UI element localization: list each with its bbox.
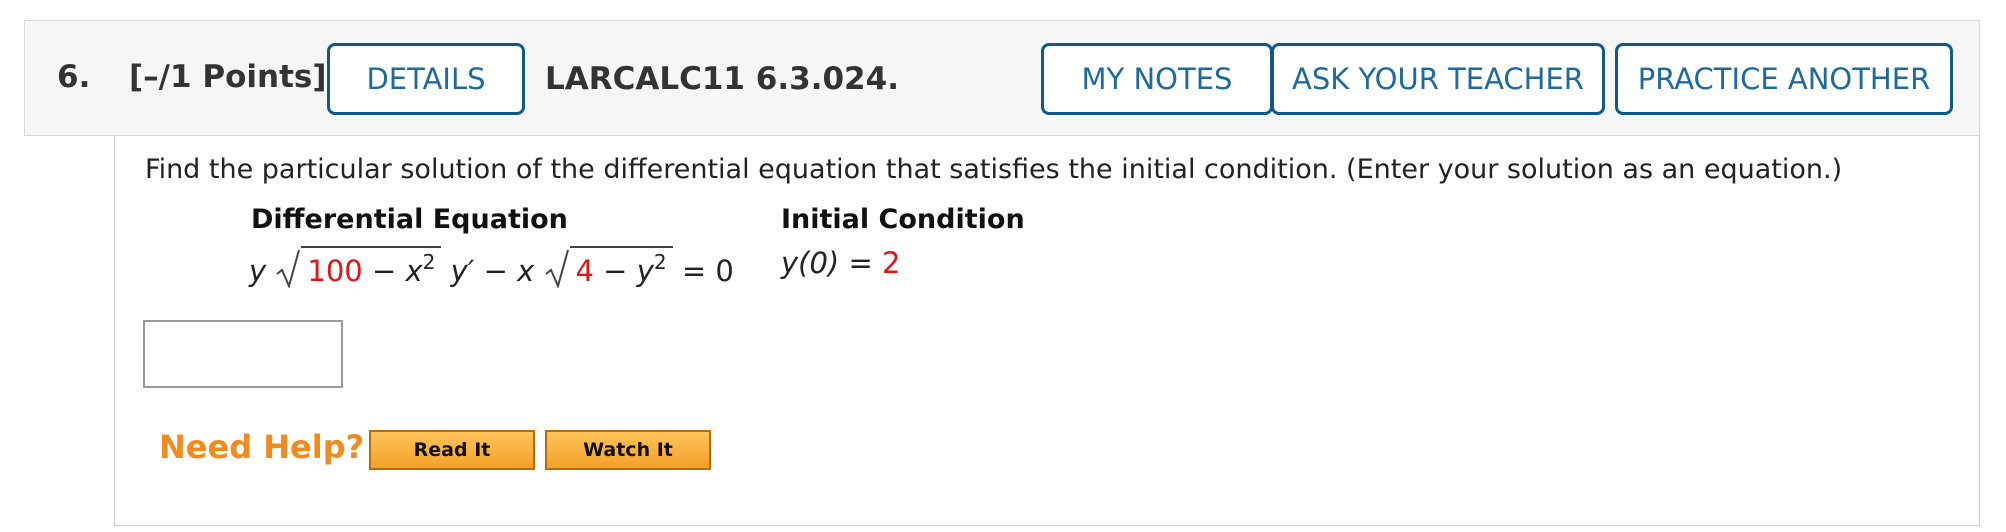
ic-value: 2 — [881, 246, 901, 280]
read-it-button[interactable]: Read It — [369, 430, 535, 470]
radical-2: 4 − y2 — [544, 246, 673, 288]
points-label: [–/1 Points] — [129, 59, 327, 95]
my-notes-button[interactable]: MY NOTES — [1041, 43, 1273, 115]
eq-const-100: 100 — [307, 254, 363, 288]
ask-your-teacher-button[interactable]: ASK YOUR TEACHER — [1271, 43, 1605, 115]
question-panel: Find the particular solution of the diff… — [114, 136, 1980, 526]
ic-lhs: y(0) = — [781, 246, 882, 280]
eq-x: x — [517, 254, 535, 288]
eq-equals-zero: = 0 — [681, 254, 734, 288]
differential-equation: y 100 − x2 y′ − x 4 − y2 = 0 — [249, 246, 734, 296]
sqrt-icon — [276, 249, 301, 288]
radical-1: 100 − x2 — [275, 246, 442, 288]
details-button[interactable]: DETAILS — [327, 43, 525, 115]
initial-condition-heading: Initial Condition — [781, 204, 1025, 235]
question-number: 6. — [57, 59, 91, 95]
watch-it-button[interactable]: Watch It — [545, 430, 711, 470]
answer-input[interactable] — [143, 320, 343, 388]
need-help-label: Need Help? — [159, 428, 365, 466]
practice-another-button[interactable]: PRACTICE ANOTHER — [1615, 43, 1953, 115]
eq-const-4: 4 — [575, 254, 594, 288]
assignment-id: LARCALC11 6.3.024. — [545, 61, 899, 97]
eq-y: y — [249, 254, 267, 288]
eq-yprime: y′ — [450, 254, 475, 288]
sqrt-icon — [544, 249, 569, 288]
initial-condition: y(0) = 2 — [781, 246, 900, 296]
differential-equation-heading: Differential Equation — [251, 204, 568, 235]
question-prompt: Find the particular solution of the diff… — [145, 154, 1843, 185]
question-header: 6. [–/1 Points] DETAILS LARCALC11 6.3.02… — [24, 20, 1980, 136]
